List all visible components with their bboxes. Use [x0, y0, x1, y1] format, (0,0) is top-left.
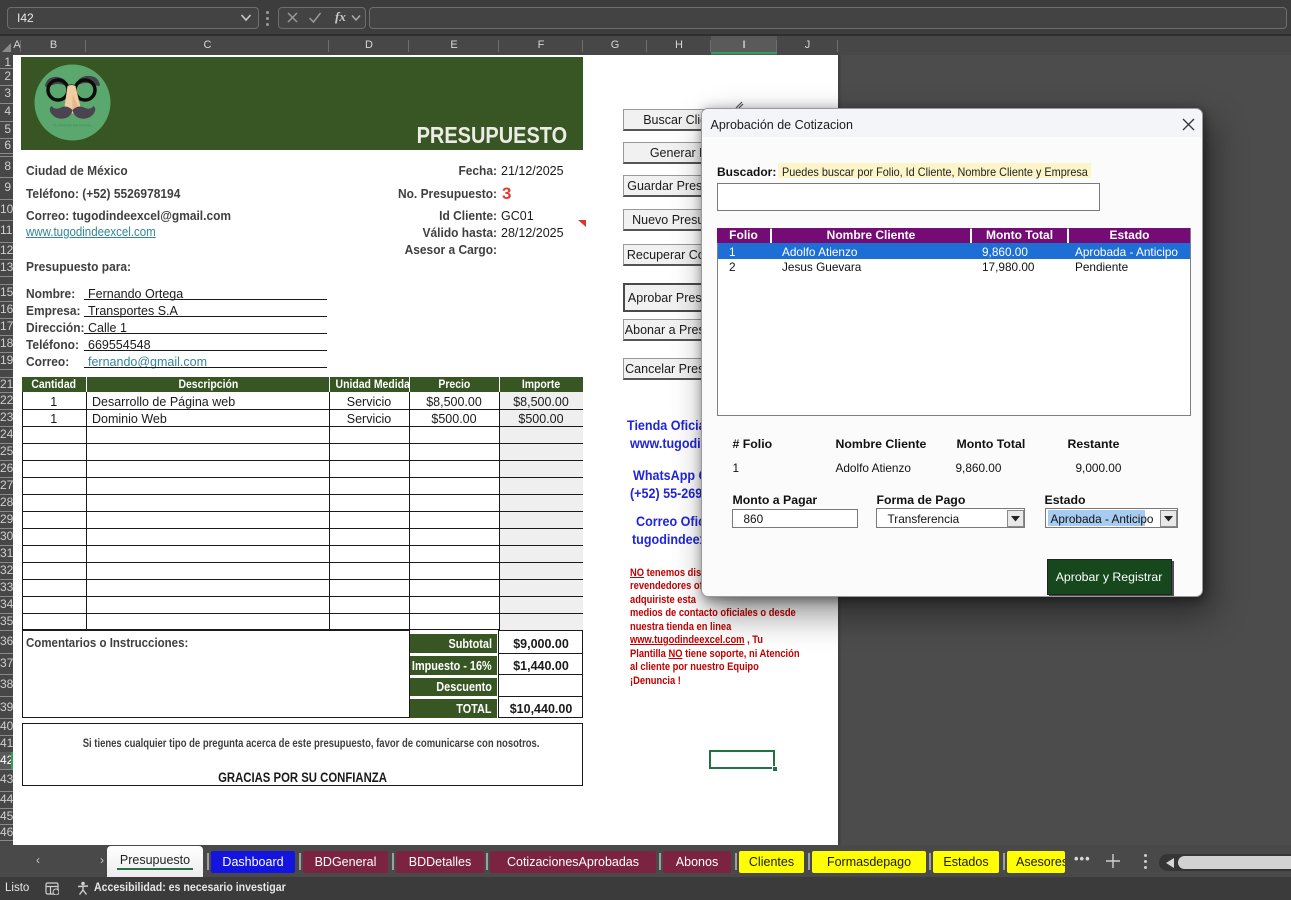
svg-text:TU DOSIS DE EXCEL: TU DOSIS DE EXCEL: [53, 123, 94, 128]
